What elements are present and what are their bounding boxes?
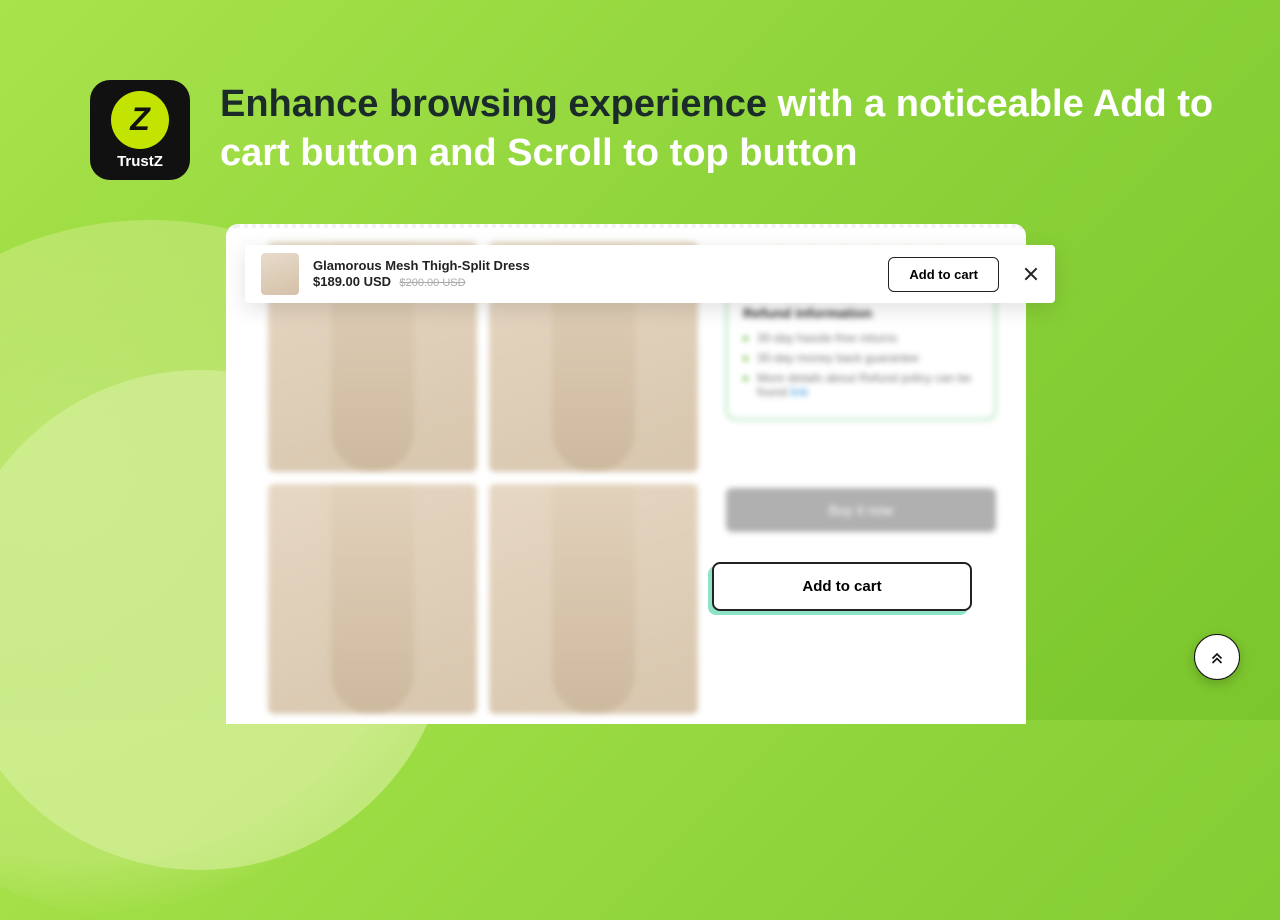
refund-item: 30-day hassle-free returns bbox=[743, 331, 979, 345]
brand-logo: Z TrustZ bbox=[90, 80, 190, 180]
chevron-double-up-icon bbox=[1208, 648, 1226, 666]
product-image bbox=[268, 484, 477, 714]
refund-link[interactable]: link bbox=[790, 385, 808, 399]
product-gallery bbox=[268, 242, 698, 714]
header: Z TrustZ Enhance browsing experience wit… bbox=[90, 80, 1280, 180]
refund-info-box: Refund information 30-day hassle-free re… bbox=[726, 290, 996, 420]
product-image bbox=[489, 484, 698, 714]
close-icon[interactable] bbox=[1023, 266, 1039, 282]
refund-item: More details about Refund policy can be … bbox=[743, 371, 979, 399]
sticky-add-to-cart-button[interactable]: Add to cart bbox=[888, 257, 999, 292]
sticky-add-to-cart-bar: Glamorous Mesh Thigh-Split Dress $189.00… bbox=[245, 245, 1055, 303]
logo-brand-name: TrustZ bbox=[117, 153, 163, 170]
buy-now-button[interactable]: Buy it now bbox=[726, 488, 996, 532]
refund-title: Refund information bbox=[743, 305, 979, 321]
headline: Enhance browsing experience with a notic… bbox=[220, 80, 1280, 179]
product-compare-price: $200.00 USD bbox=[400, 277, 466, 289]
product-title: Glamorous Mesh Thigh-Split Dress bbox=[313, 258, 530, 273]
refund-item: 30-day money back guarantee bbox=[743, 351, 979, 365]
product-info: Glamorous Mesh Thigh-Split Dress $189.00… bbox=[313, 258, 530, 291]
logo-letter: Z bbox=[111, 91, 169, 149]
headline-accent: Enhance browsing experience bbox=[220, 83, 767, 125]
product-price: $189.00 USD bbox=[313, 274, 391, 289]
scroll-to-top-button[interactable] bbox=[1194, 634, 1240, 680]
main-add-to-cart-button[interactable]: Add to cart bbox=[712, 562, 972, 611]
product-thumbnail bbox=[261, 253, 299, 295]
